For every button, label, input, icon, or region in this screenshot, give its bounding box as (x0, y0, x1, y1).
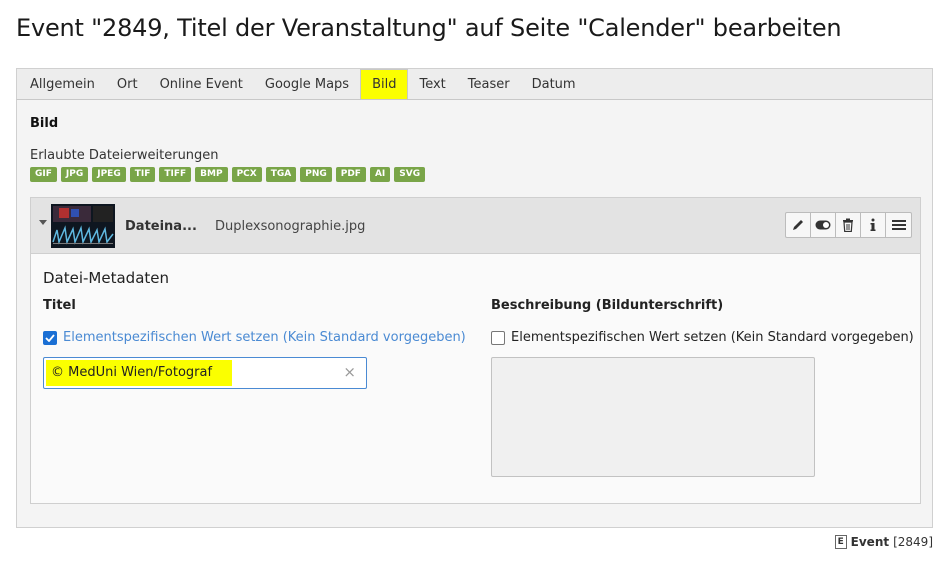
clear-input-icon[interactable]: × (343, 363, 356, 381)
title-override-label[interactable]: Elementspezifischen Wert setzen (Kein St… (63, 330, 466, 345)
metadata-heading: Datei-Metadaten (43, 269, 170, 287)
record-type-icon: E (834, 535, 847, 549)
record-id: [2849] (893, 535, 933, 549)
toggle-icon (815, 220, 831, 230)
tab-teaser[interactable]: Teaser (457, 69, 521, 99)
section-title: Bild (30, 116, 59, 131)
sort-handle-button[interactable] (886, 213, 911, 237)
delete-button[interactable] (836, 213, 861, 237)
menu-icon (891, 220, 906, 230)
file-reference-header[interactable]: Dateina... Duplexsonographie.jpg (31, 198, 920, 254)
extension-badge: SVG (394, 167, 426, 182)
allowed-extensions-list: GIF JPG JPEG TIF TIFF BMP PCX TGA PNG PD… (30, 167, 426, 182)
info-icon (870, 218, 876, 231)
collapse-caret-icon[interactable] (39, 220, 47, 225)
description-override-checkbox[interactable] (491, 330, 505, 345)
tab-ort[interactable]: Ort (106, 69, 149, 99)
file-name-value: Duplexsonographie.jpg (215, 219, 366, 234)
title-override-checkbox[interactable] (43, 330, 57, 345)
info-button[interactable] (861, 213, 886, 237)
trash-icon (843, 218, 853, 232)
extension-badge: TGA (265, 167, 297, 182)
title-field-label: Titel (43, 298, 76, 313)
tab-bild[interactable]: Bild (360, 69, 409, 99)
file-thumbnail (51, 204, 115, 248)
file-actions-toolbar (785, 212, 912, 238)
extension-badge: JPEG (92, 167, 126, 182)
extension-badge: PDF (335, 167, 366, 182)
description-textarea[interactable] (491, 357, 815, 477)
extension-badge: PNG (300, 167, 332, 182)
extension-badge: TIF (129, 167, 156, 182)
extension-badge: BMP (195, 167, 228, 182)
description-override-row: Elementspezifischen Wert setzen (Kein St… (491, 330, 914, 345)
toggle-visibility-button[interactable] (811, 213, 836, 237)
tab-text[interactable]: Text (408, 69, 456, 99)
tab-panel-bild: Bild Erlaubte Dateierweiterungen GIF JPG… (16, 100, 933, 528)
description-field-label: Beschreibung (Bildunterschrift) (491, 298, 724, 313)
edit-button[interactable] (786, 213, 811, 237)
file-reference-card: Dateina... Duplexsonographie.jpg Datei-M… (30, 197, 921, 504)
file-name-label: Dateina... (125, 219, 197, 234)
tab-allgemein[interactable]: Allgemein (19, 69, 106, 99)
extension-badge: JPG (60, 167, 89, 182)
pencil-icon (793, 220, 803, 230)
allowed-extensions-label: Erlaubte Dateierweiterungen (30, 148, 219, 163)
title-override-row: Elementspezifischen Wert setzen (Kein St… (43, 330, 466, 345)
tab-datum[interactable]: Datum (521, 69, 587, 99)
title-input[interactable]: © MedUni Wien/Fotograf × (43, 357, 367, 389)
record-type: Event (850, 535, 890, 549)
extension-badge: AI (369, 167, 391, 182)
checkmark-icon (45, 333, 55, 342)
extension-badge: GIF (30, 167, 57, 182)
title-input-value[interactable]: © MedUni Wien/Fotograf (51, 365, 212, 380)
description-override-label[interactable]: Elementspezifischen Wert setzen (Kein St… (511, 330, 914, 345)
extension-badge: PCX (231, 167, 262, 182)
extension-badge: TIFF (159, 167, 192, 182)
page-title: Event "2849, Titel der Veranstaltung" au… (16, 14, 842, 42)
tab-bar: Allgemein Ort Online Event Google Maps B… (16, 68, 933, 100)
tab-google-maps[interactable]: Google Maps (254, 69, 360, 99)
tab-online-event[interactable]: Online Event (149, 69, 254, 99)
record-info: E Event [2849] (834, 535, 933, 549)
